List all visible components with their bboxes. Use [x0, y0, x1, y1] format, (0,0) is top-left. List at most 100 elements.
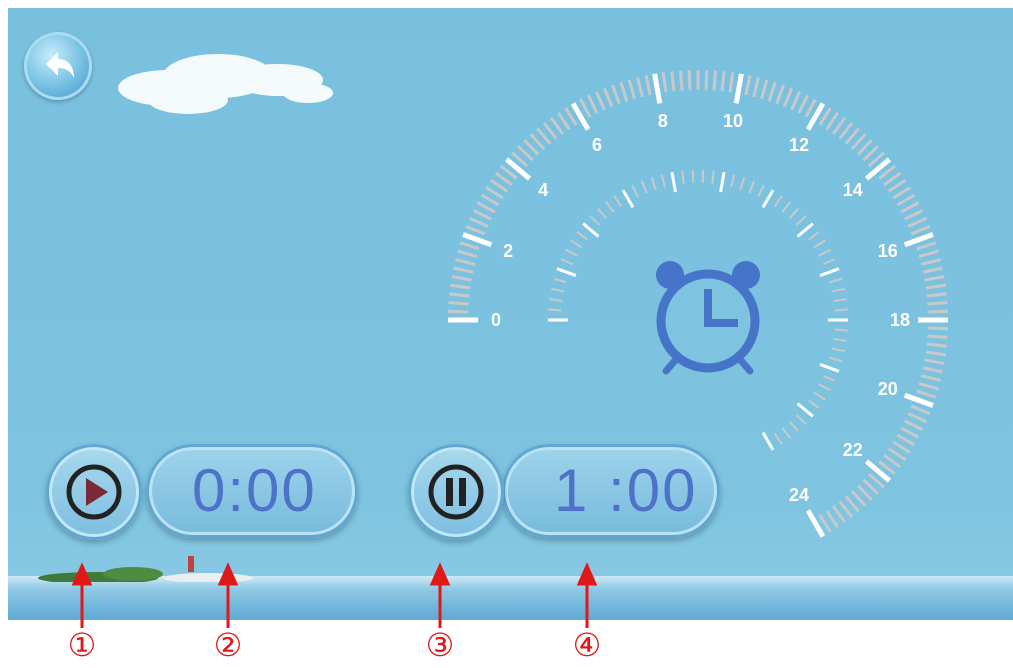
- outer-minor-tick: [457, 249, 478, 259]
- outer-minor-tick: [494, 171, 513, 187]
- outer-major-tick: [864, 459, 892, 483]
- outer-major-tick: [864, 157, 892, 181]
- elapsed-time-display: 0:00: [146, 444, 358, 538]
- outer-minor-tick: [476, 201, 496, 214]
- inner-minor-tick: [808, 399, 820, 409]
- inner-minor-tick: [570, 239, 583, 249]
- outer-minor-tick: [916, 241, 937, 251]
- outer-minor-tick: [831, 116, 847, 135]
- outer-minor-tick: [927, 309, 948, 314]
- play-button[interactable]: [46, 444, 142, 540]
- outer-minor-tick: [825, 509, 840, 529]
- inner-major-tick: [761, 431, 775, 451]
- outer-minor-tick: [679, 70, 684, 91]
- timer-dial: 02468 1012141618202224: [448, 70, 948, 538]
- outer-minor-tick: [644, 75, 652, 96]
- pause-icon: [428, 464, 484, 520]
- outer-minor-tick: [924, 358, 945, 365]
- outer-minor-tick: [904, 209, 924, 221]
- inner-minor-tick: [831, 287, 845, 293]
- outer-minor-tick: [472, 209, 492, 221]
- inner-minor-tick: [834, 328, 848, 332]
- callout-2: ②: [213, 627, 243, 663]
- inner-minor-tick: [739, 177, 746, 191]
- outer-minor-tick: [920, 374, 941, 382]
- outer-minor-tick: [927, 326, 948, 331]
- dial-label: 8: [658, 111, 668, 131]
- inner-major-tick: [819, 267, 840, 277]
- outer-minor-tick: [459, 241, 480, 251]
- outer-minor-tick: [587, 94, 599, 114]
- inner-major-tick: [819, 363, 840, 373]
- dial-label: 20: [878, 379, 898, 399]
- outer-major-tick: [805, 509, 826, 538]
- outer-minor-tick: [449, 292, 470, 298]
- outer-minor-tick: [790, 91, 802, 111]
- outer-minor-tick: [910, 224, 931, 236]
- outer-minor-tick: [896, 433, 916, 447]
- dial-label: 4: [538, 180, 548, 200]
- outer-minor-tick: [825, 111, 840, 131]
- inner-minor-tick: [553, 277, 567, 284]
- outer-major-tick: [903, 232, 934, 248]
- inner-minor-tick: [781, 427, 792, 439]
- outer-minor-tick: [627, 79, 637, 100]
- outer-minor-tick: [453, 266, 474, 274]
- set-time-display: 1 :00: [502, 444, 720, 538]
- inner-minor-tick: [589, 215, 601, 226]
- outer-minor-tick: [687, 70, 692, 91]
- pause-button[interactable]: [408, 444, 504, 540]
- dial-label: 24: [789, 485, 809, 505]
- inner-major-tick: [761, 189, 775, 209]
- inner-minor-tick: [781, 201, 792, 213]
- inner-minor-tick: [548, 308, 562, 312]
- outer-major-tick: [903, 392, 934, 408]
- outer-minor-tick: [927, 301, 948, 306]
- inner-minor-tick: [549, 298, 563, 302]
- outer-minor-tick: [916, 389, 937, 399]
- outer-minor-tick: [611, 84, 621, 105]
- outer-minor-tick: [892, 440, 911, 454]
- outer-minor-tick: [480, 193, 500, 207]
- inner-major-tick: [556, 267, 577, 277]
- outer-minor-tick: [469, 216, 489, 228]
- outer-minor-tick: [918, 249, 939, 259]
- callout-1: ①: [67, 627, 97, 663]
- outer-minor-tick: [594, 91, 606, 111]
- outer-minor-tick: [782, 87, 794, 108]
- outer-minor-tick: [752, 77, 760, 98]
- outer-minor-tick: [455, 258, 476, 266]
- outer-minor-tick: [883, 453, 902, 469]
- outer-major-tick: [652, 73, 663, 104]
- timer-screen: 0 2 4 6 8 10 12 14 16 18 20 22 24 0:00 1 :00: [8, 8, 1013, 620]
- outer-minor-tick: [926, 292, 947, 298]
- outer-minor-tick: [602, 87, 614, 108]
- outer-minor-tick: [925, 350, 946, 357]
- inner-minor-tick: [730, 174, 736, 188]
- dial-label: 10: [723, 111, 743, 131]
- dial-label: 18: [890, 310, 910, 330]
- outer-minor-tick: [720, 71, 726, 92]
- inner-minor-tick: [831, 347, 845, 353]
- inner-minor-tick: [551, 287, 565, 293]
- inner-minor-tick: [813, 391, 826, 401]
- alarm-clock-icon: [656, 261, 760, 375]
- outer-minor-tick: [759, 79, 769, 100]
- play-icon: [66, 464, 122, 520]
- inner-minor-tick: [748, 180, 756, 194]
- outer-minor-tick: [883, 171, 902, 187]
- outer-minor-tick: [904, 419, 924, 431]
- inner-minor-tick: [576, 231, 588, 241]
- inner-minor-tick: [640, 180, 648, 194]
- outer-minor-tick: [838, 500, 854, 518]
- outer-minor-tick: [910, 404, 931, 416]
- inner-major-tick: [670, 172, 677, 193]
- inner-minor-tick: [833, 338, 847, 342]
- dial-label: 12: [789, 135, 809, 155]
- outer-minor-tick: [907, 216, 927, 228]
- outer-minor-tick: [542, 122, 558, 140]
- outer-minor-tick: [926, 342, 947, 348]
- outer-minor-tick: [797, 94, 809, 114]
- inner-major-tick: [621, 189, 635, 209]
- inner-minor-tick: [813, 239, 826, 249]
